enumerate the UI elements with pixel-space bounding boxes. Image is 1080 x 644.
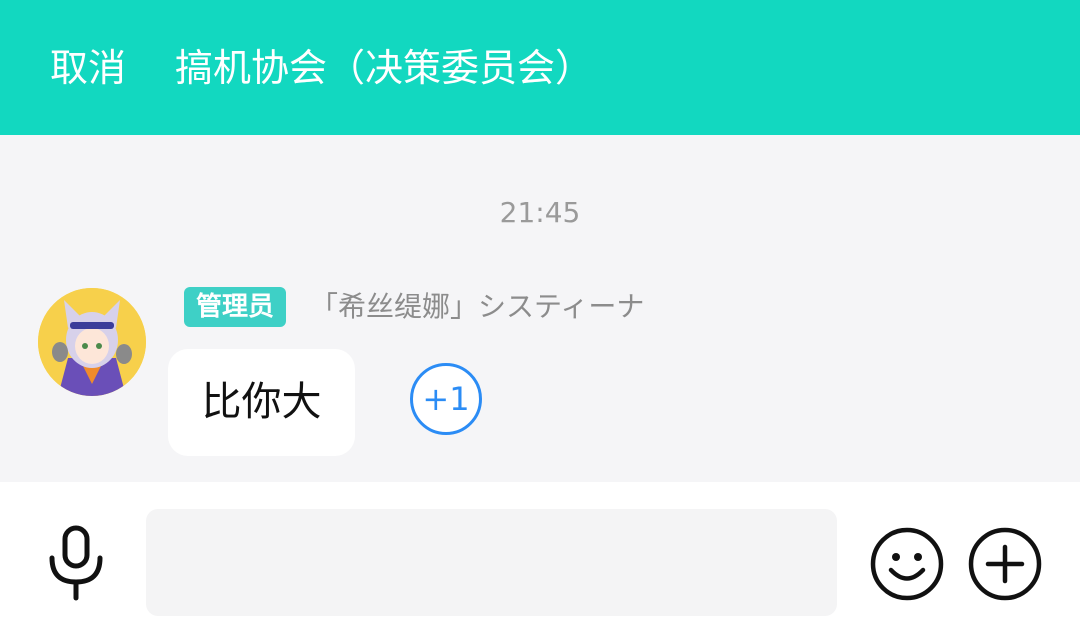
- avatar[interactable]: [38, 288, 146, 396]
- sender-name[interactable]: 「希丝缇娜」システィーナ: [310, 287, 644, 327]
- microphone-icon[interactable]: [40, 522, 112, 602]
- plus-circle-icon[interactable]: [966, 525, 1044, 603]
- chat-title: 搞机协会（决策委员会）: [175, 46, 594, 90]
- chat-header: 取消 搞机协会（决策委员会）: [0, 0, 1080, 135]
- role-badge: 管理员: [184, 287, 287, 327]
- cancel-button[interactable]: 取消: [50, 43, 126, 93]
- smiley-icon[interactable]: [868, 525, 946, 603]
- plus-one-button[interactable]: +1: [410, 363, 482, 435]
- message-bubble[interactable]: 比你大: [168, 349, 355, 456]
- message-timestamp: 21:45: [499, 196, 581, 229]
- message-input[interactable]: [146, 509, 837, 616]
- avatar-image: [38, 288, 146, 396]
